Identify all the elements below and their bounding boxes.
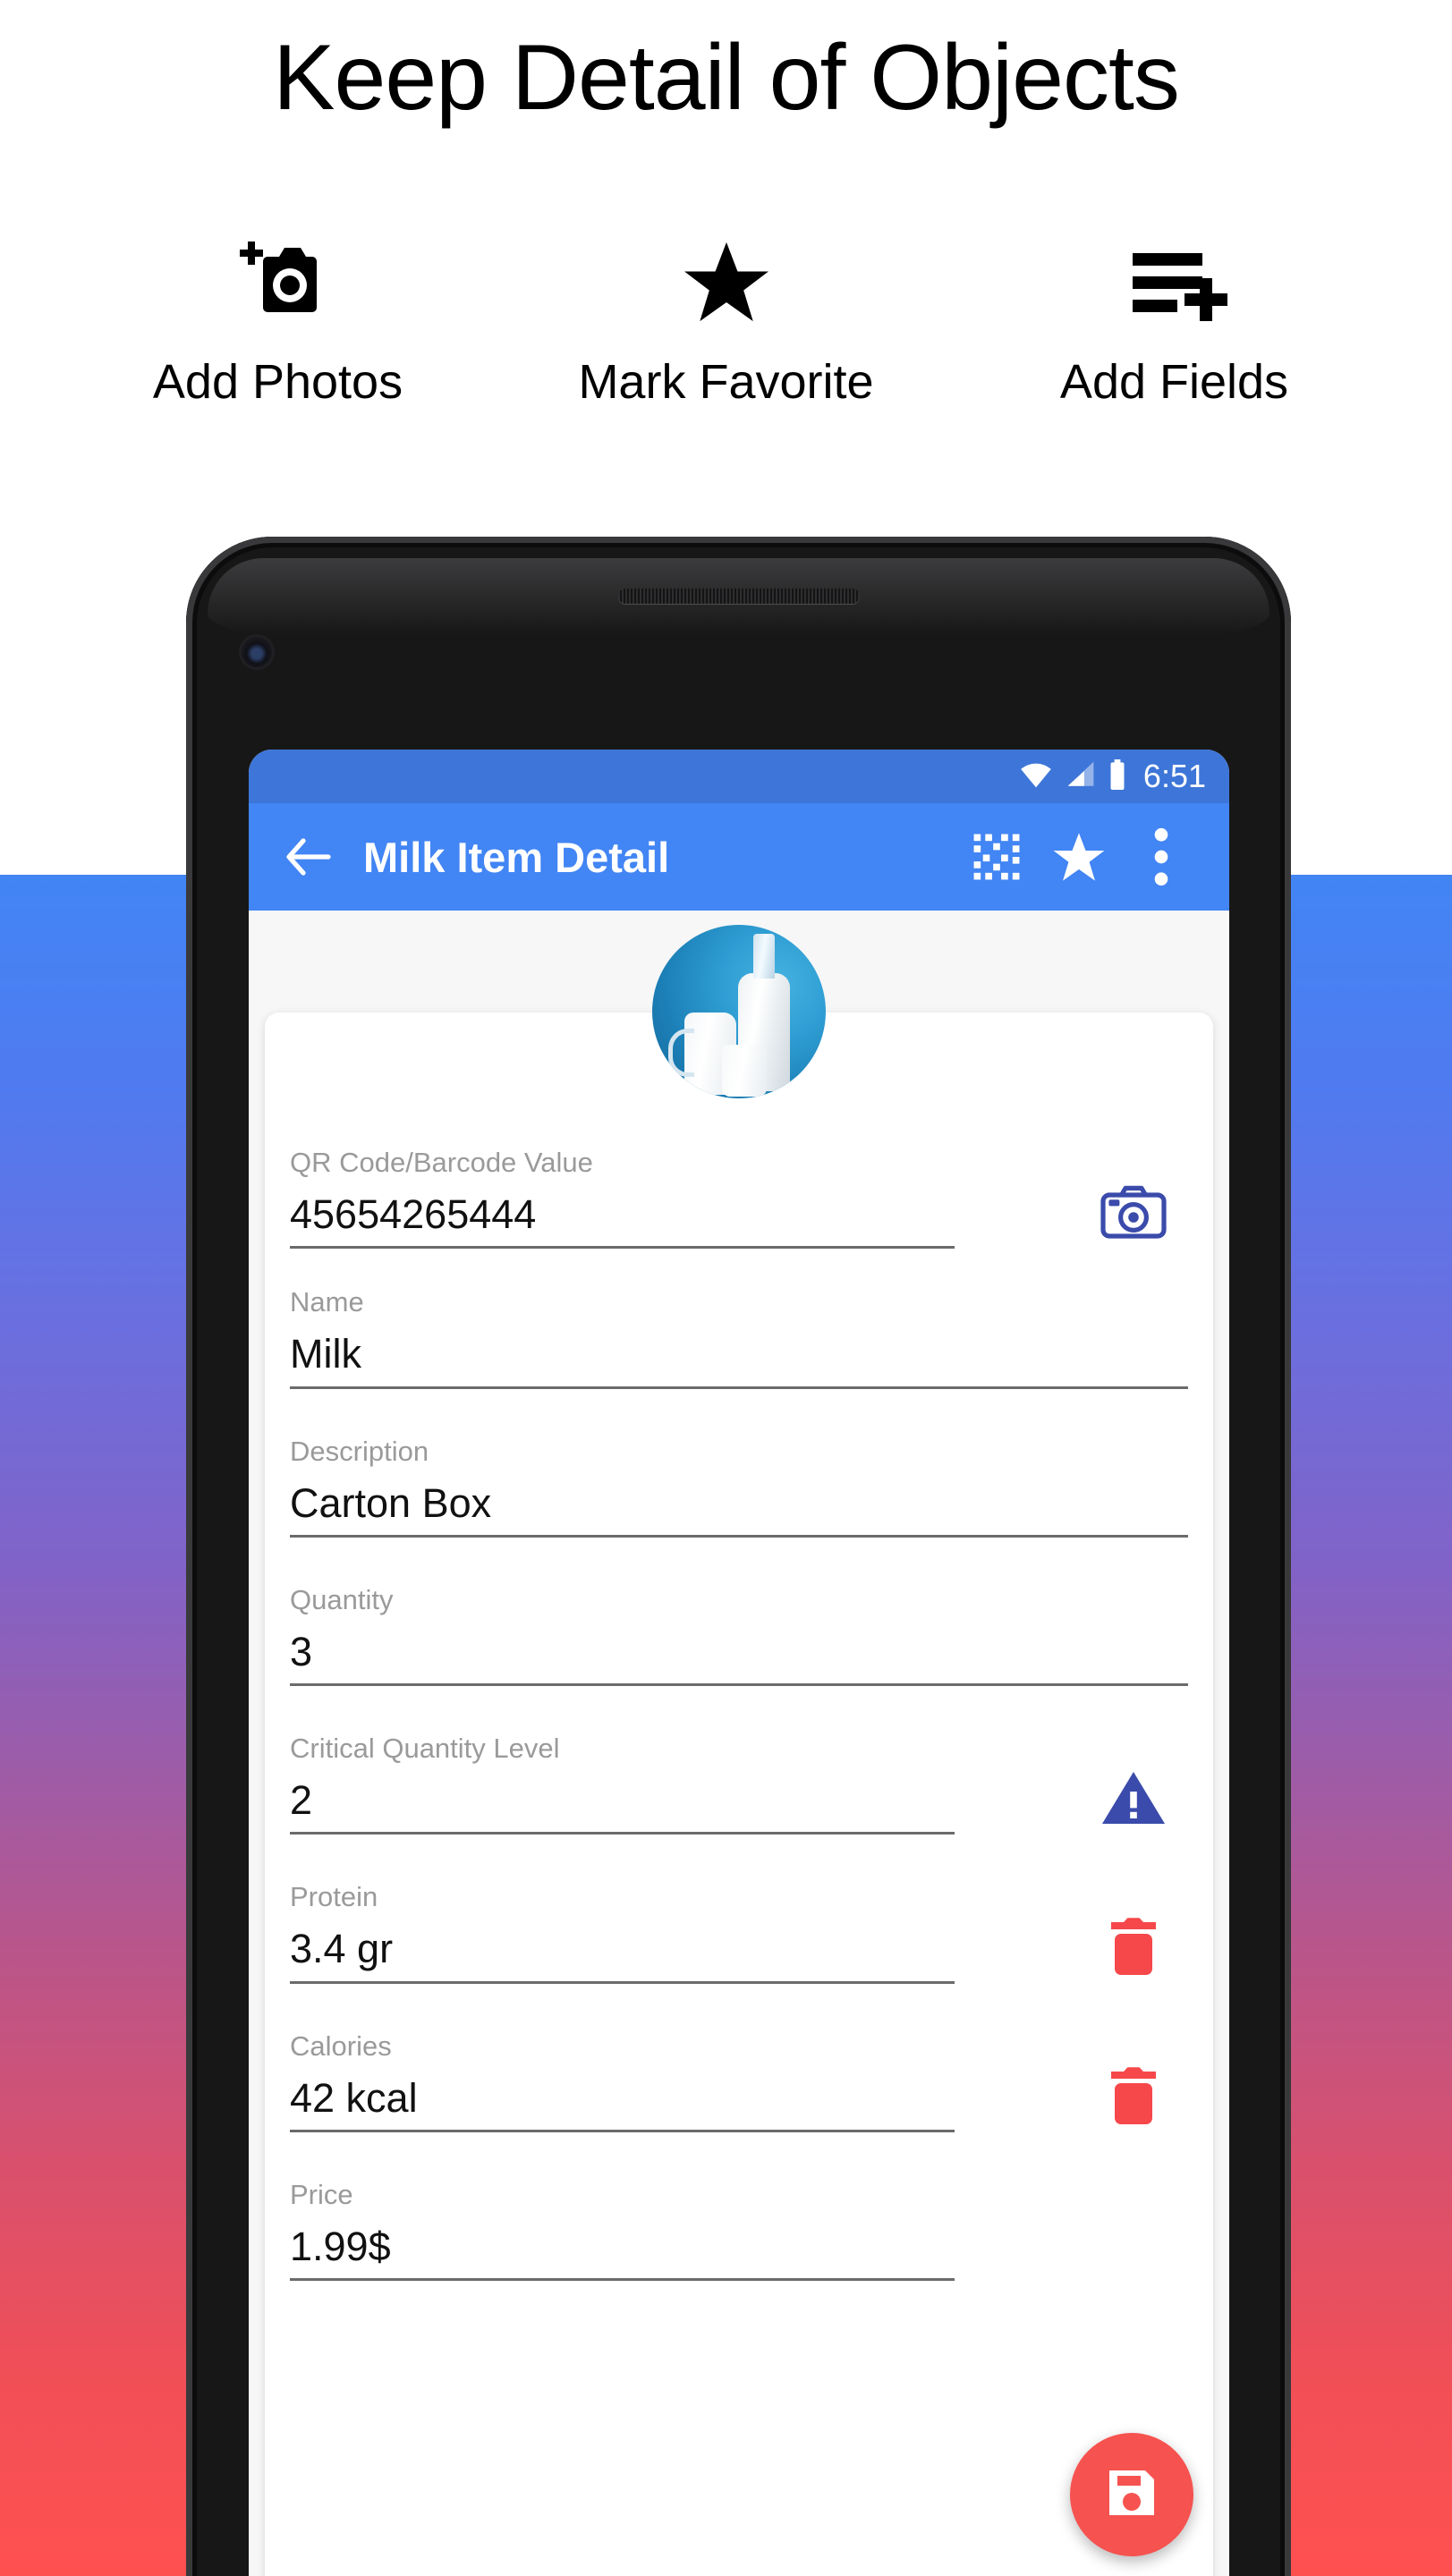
app-bar-title: Milk Item Detail	[363, 833, 670, 881]
field-input[interactable]: 45654265444	[290, 1191, 955, 1250]
qr-code-icon[interactable]	[955, 816, 1038, 898]
battery-icon	[1108, 758, 1127, 794]
warning-triangle-icon[interactable]	[1095, 1759, 1172, 1836]
playlist-add-icon	[987, 233, 1363, 331]
field-price: Price 1.99$	[265, 2179, 1213, 2281]
feature-list: Add Photos Mark Favorite Add Fields	[0, 233, 1452, 410]
status-clock: 6:51	[1142, 758, 1206, 794]
field-value: 3.4 gr	[290, 1926, 394, 1972]
field-label: Protein	[290, 1881, 378, 1913]
field-input[interactable]: 1.99$	[290, 2223, 955, 2281]
field-input[interactable]: Carton Box	[290, 1479, 1188, 1538]
earpiece-speaker	[617, 589, 860, 604]
feature-label: Mark Favorite	[578, 355, 874, 409]
overflow-menu-icon[interactable]	[1120, 816, 1202, 898]
field-quantity: Quantity 3	[265, 1584, 1213, 1686]
add-photo-camera-icon	[90, 233, 466, 331]
field-label: QR Code/Barcode Value	[290, 1147, 593, 1178]
power-button[interactable]	[1287, 1270, 1291, 1422]
field-label: Description	[290, 1435, 429, 1467]
field-value: 45654265444	[290, 1191, 537, 1237]
field-value: 42 kcal	[290, 2074, 418, 2121]
field-calories: Calories 42 kcal	[265, 2030, 1213, 2132]
phone-screen: 6:51 Milk Item Detail QR Code/Barcode Va…	[249, 750, 1229, 2576]
field-value: Milk	[290, 1331, 361, 1377]
milk-glass-shape	[722, 1045, 767, 1097]
save-button[interactable]	[1070, 2433, 1193, 2556]
field-value: Carton Box	[290, 1479, 492, 1526]
promo-screenshot: Keep Detail of Objects Add Photos Mark F…	[0, 0, 1452, 2576]
wifi-icon	[1018, 760, 1054, 793]
field-input[interactable]: 3.4 gr	[290, 1926, 955, 1984]
field-input[interactable]: 2	[290, 1779, 955, 1835]
feature-label: Add Fields	[1059, 355, 1289, 409]
field-label: Critical Quantity Level	[290, 1733, 560, 1764]
cellular-signal-icon	[1065, 760, 1097, 793]
favorite-star-icon[interactable]	[1038, 816, 1120, 898]
detail-form-card: QR Code/Barcode Value 45654265444 Name M…	[265, 1013, 1213, 2576]
item-detail-content: QR Code/Barcode Value 45654265444 Name M…	[249, 911, 1229, 2576]
front-camera-lens	[242, 637, 272, 667]
field-value: 3	[290, 1628, 313, 1674]
field-critical-quantity-level: Critical Quantity Level 2	[265, 1733, 1213, 1835]
app-bar: Milk Item Detail	[249, 803, 1229, 911]
feature-add-fields: Add Fields	[987, 233, 1363, 410]
phone-glass-reflection	[208, 558, 1269, 665]
field-input[interactable]: 3	[290, 1628, 1188, 1686]
feature-mark-favorite: Mark Favorite	[539, 233, 914, 410]
phone-mockup: 6:51 Milk Item Detail QR Code/Barcode Va…	[186, 537, 1291, 2576]
field-qr-code: QR Code/Barcode Value 45654265444	[265, 1147, 1213, 1250]
back-arrow-icon[interactable]	[274, 837, 344, 877]
field-value: 2	[290, 1777, 313, 1823]
page-title: Keep Detail of Objects	[273, 26, 1180, 130]
field-label: Name	[290, 1286, 364, 1318]
volume-button[interactable]	[1287, 1467, 1291, 1664]
field-label: Price	[290, 2178, 353, 2210]
field-label: Calories	[290, 2029, 392, 2062]
field-value: 1.99$	[290, 2223, 391, 2269]
status-bar: 6:51	[249, 750, 1229, 803]
save-floppy-icon	[1104, 2465, 1159, 2525]
field-input[interactable]: 42 kcal	[290, 2074, 955, 2132]
field-description: Description Carton Box	[265, 1436, 1213, 1538]
delete-trash-icon[interactable]	[1095, 1908, 1172, 1985]
item-photo-avatar[interactable]	[652, 925, 826, 1098]
delete-trash-icon[interactable]	[1095, 2057, 1172, 2134]
camera-icon[interactable]	[1095, 1174, 1172, 1250]
field-input[interactable]: Milk	[290, 1331, 1188, 1389]
field-label: Quantity	[290, 1583, 394, 1615]
field-name: Name Milk	[265, 1286, 1213, 1389]
feature-label: Add Photos	[152, 355, 403, 409]
field-protein: Protein 3.4 gr	[265, 1881, 1213, 1985]
star-icon	[539, 233, 914, 331]
feature-add-photos: Add Photos	[90, 233, 466, 410]
